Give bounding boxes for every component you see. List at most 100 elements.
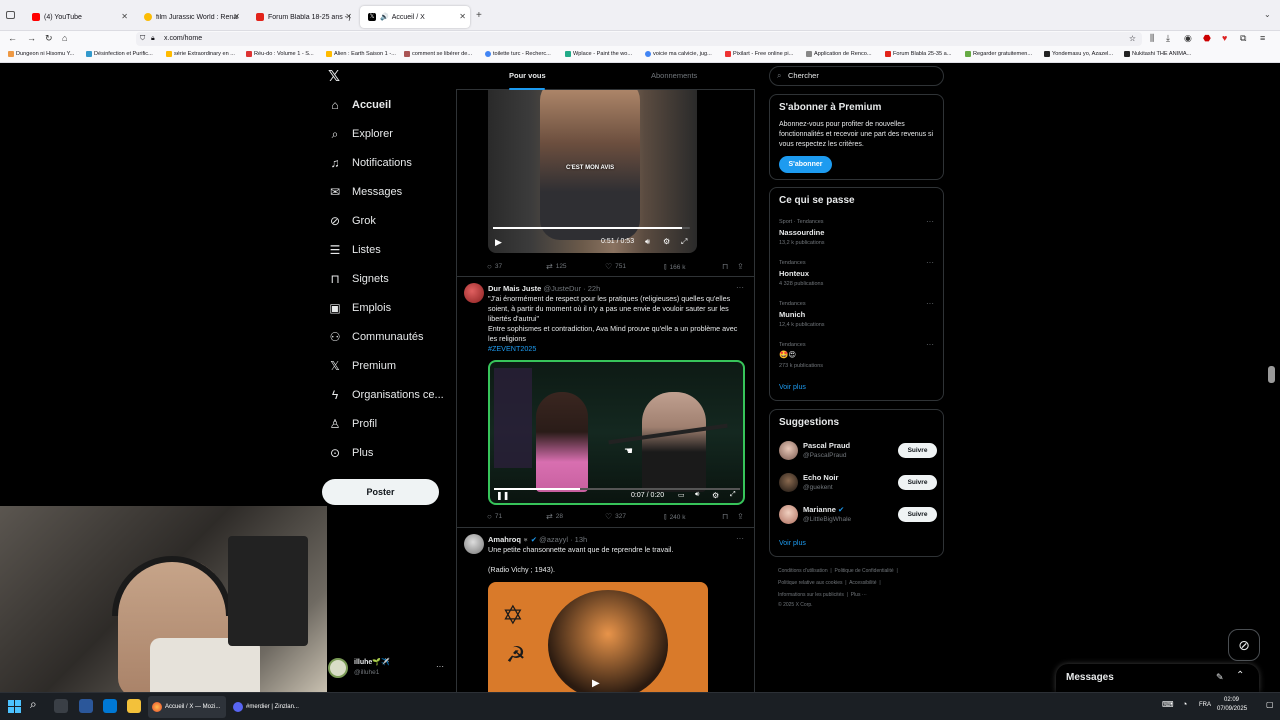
outlook-app-icon[interactable]	[103, 699, 117, 713]
shield-icon[interactable]: ⛉	[140, 32, 145, 46]
follow-button[interactable]: Suivre	[898, 507, 937, 522]
bookmark-item[interactable]: comment se libérer de...	[404, 51, 472, 57]
menu-icon[interactable]: ≡	[1260, 33, 1265, 43]
bookmark-item[interactable]: Dungeon ni Hisomu Y...	[8, 51, 74, 57]
search-input[interactable]: ⌕ Chercher	[769, 66, 944, 86]
tweet2-retweet[interactable]: ⇄ 28	[546, 512, 563, 521]
x-logo-icon[interactable]: 𝕏	[328, 67, 340, 85]
suggestion-name[interactable]: Echo Noir	[803, 473, 838, 482]
close-tab-icon[interactable]: ✕	[121, 12, 128, 21]
tweet1-share[interactable]: ⇪	[737, 262, 747, 271]
footer-link-cookies[interactable]: Politique relative aux cookies	[778, 580, 842, 586]
volume-icon[interactable]: 🔊︎	[695, 491, 699, 499]
tweet3-video[interactable]: ✡ ☭ ▶	[488, 582, 708, 692]
bookmark-item[interactable]: Réu-do : Volume 1 - S...	[246, 51, 314, 57]
bookmark-item[interactable]: Wplace - Paint the wo...	[565, 51, 632, 57]
bookmark-item[interactable]: Nukitashi THE ANIMA...	[1124, 51, 1191, 57]
reload-icon[interactable]: ↻	[45, 33, 53, 44]
avatar[interactable]	[779, 473, 798, 492]
download-icon[interactable]: ⤓	[1166, 33, 1170, 44]
tweet1-reply[interactable]: ○ 37	[487, 262, 502, 271]
word-app-icon[interactable]	[79, 699, 93, 713]
avatar[interactable]	[464, 534, 484, 554]
tweet2-share[interactable]: ⇪	[737, 512, 747, 521]
task-view-icon[interactable]	[54, 699, 68, 713]
taskbar-app-discord[interactable]: #merdier | Zinzlan...	[229, 696, 307, 718]
footer-link-terms[interactable]: Conditions d'utilisation	[778, 568, 828, 574]
tweet2-reply[interactable]: ○ 71	[487, 512, 502, 521]
footer-link-accessibility[interactable]: Accessibilité	[849, 580, 877, 586]
tweet3-author[interactable]: Amahroq ♅ ✔ @azayyl · 13h	[488, 535, 587, 544]
more-dots-icon[interactable]: ···	[926, 299, 934, 308]
bookmark-item[interactable]: Application de Renco...	[806, 51, 872, 57]
tweet1-video[interactable]: C'EST MON AVIS ▶ 0:51 / 0:53 🔊︎ ⚙ ⤢	[488, 90, 697, 253]
notification-icon[interactable]: ▢	[1266, 700, 1274, 709]
account-switcher[interactable]: illuhe🌱✈️ @illuhe1 ···	[328, 656, 448, 682]
footer-link-more[interactable]: Plus ···	[851, 592, 867, 598]
clock-date[interactable]: 07/09/2025	[1217, 706, 1247, 712]
play-icon[interactable]: ▶	[495, 237, 502, 248]
video-progress-bar[interactable]	[493, 227, 690, 229]
bookmark-item[interactable]: toilette turc - Recherc...	[485, 51, 551, 57]
show-more-link[interactable]: Voir plus	[779, 540, 806, 547]
nav-organizations[interactable]: ϟ Organisations ce...	[328, 383, 444, 407]
bookmark-item[interactable]: Désinfection et Purific...	[86, 51, 153, 57]
windows-start-icon[interactable]	[8, 700, 21, 713]
subscribe-button[interactable]: S'abonner	[779, 156, 832, 173]
clock-time[interactable]: 02:09	[1224, 697, 1239, 703]
fullscreen-icon[interactable]: ⤢	[681, 237, 687, 247]
extension-red-icon[interactable]: ♥	[1222, 33, 1227, 43]
suggestion-name-row[interactable]: Marianne ✔	[803, 505, 844, 514]
tweet1-like[interactable]: ♡ 751	[605, 262, 626, 271]
compose-message-icon[interactable]: ✎	[1216, 672, 1224, 683]
extensions-icon[interactable]: ⧉	[1240, 33, 1246, 44]
hashtag-link[interactable]: #ZEVENT2025	[488, 344, 746, 354]
close-tab-icon[interactable]: ✕	[233, 12, 240, 21]
settings-gear-icon[interactable]: ⚙	[712, 491, 719, 500]
tab-for-you[interactable]: Pour vous	[509, 71, 546, 80]
messages-drawer[interactable]: Messages ✎ ⌃	[1056, 664, 1259, 692]
bookmark-item[interactable]: voicie ma calvicie, jug...	[645, 51, 712, 57]
browser-tab-x[interactable]: 𝕏 🔊 Accueil / X ✕	[360, 6, 470, 28]
nav-profile[interactable]: ♙ Profil	[328, 412, 377, 436]
taskbar-app-firefox[interactable]: Accueil / X — Mozi...	[148, 696, 226, 718]
nav-lists[interactable]: ☰ Listes	[328, 238, 381, 262]
trend-name[interactable]: Honteux	[779, 269, 809, 278]
more-dots-icon[interactable]: ···	[926, 217, 934, 226]
scrollbar-thumb[interactable]	[1268, 366, 1275, 383]
nav-messages[interactable]: ✉ Messages	[328, 180, 402, 204]
footer-link-privacy[interactable]: Politique de Confidentialité	[834, 568, 893, 574]
nav-premium[interactable]: 𝕏 Premium	[328, 354, 396, 378]
language-indicator[interactable]: FRA	[1199, 702, 1211, 708]
post-button[interactable]: Poster	[322, 479, 439, 505]
browser-tab-jurassic[interactable]: film Jurassic World : Renaissance ✕	[136, 6, 244, 28]
tweet1-retweet[interactable]: ⇄ 125	[546, 262, 567, 271]
nav-explore[interactable]: ⌕ Explorer	[328, 122, 393, 146]
grok-button[interactable]: ⊘	[1228, 629, 1260, 661]
more-dots-icon[interactable]: ···	[926, 258, 934, 267]
tab-list-icon[interactable]	[6, 11, 15, 19]
avatar[interactable]	[779, 505, 798, 524]
tweet1-bookmark[interactable]: ⊓	[722, 262, 731, 271]
tweet2-video[interactable]: ❚❚ 0:07 / 0:20 ▭ 🔊︎ ⚙ ⤢	[488, 360, 745, 505]
bookmark-item[interactable]: Pixilart - Free online pi...	[725, 51, 793, 57]
expand-chevron-icon[interactable]: ⌃	[1236, 670, 1244, 681]
browser-tab-forum[interactable]: Forum Blabla 18-25 ans - jeuxv ✕	[248, 6, 356, 28]
follow-button[interactable]: Suivre	[898, 443, 937, 458]
settings-gear-icon[interactable]: ⚙	[663, 237, 670, 246]
captions-icon[interactable]: ▭	[678, 491, 685, 499]
nav-grok[interactable]: ⊘ Grok	[328, 209, 376, 233]
tweet2-author[interactable]: Dur Mais Juste @JusteDur · 22h	[488, 284, 600, 293]
tab-following[interactable]: Abonnements	[651, 71, 697, 80]
bookmark-item[interactable]: Regarder gratuitemen...	[965, 51, 1032, 57]
url-text[interactable]: x.com/home	[164, 35, 202, 42]
account-icon[interactable]: ◉	[1184, 33, 1192, 44]
bookmark-item[interactable]: Alien : Earth Saison 1 -...	[326, 51, 396, 57]
library-icon[interactable]: ⫼	[1150, 33, 1154, 44]
trend-name[interactable]: Munich	[779, 310, 805, 319]
more-dots-icon[interactable]: ···	[736, 534, 744, 543]
fullscreen-icon[interactable]: ⤢	[730, 491, 736, 499]
more-dots-icon[interactable]: ···	[926, 340, 934, 349]
footer-link-ads[interactable]: Informations sur les publicités	[778, 592, 844, 598]
nav-bookmarks[interactable]: ⊓ Signets	[328, 267, 388, 291]
